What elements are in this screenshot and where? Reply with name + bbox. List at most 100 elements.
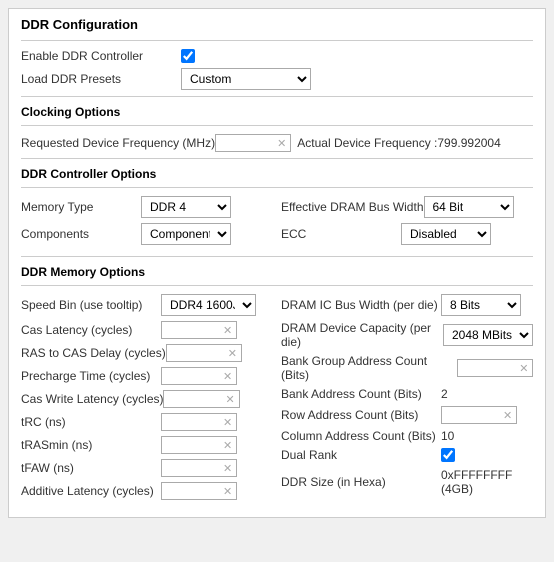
dual-rank-checkbox-wrap	[441, 448, 455, 462]
bank-address-value: 2	[441, 387, 448, 401]
tRASmin-clear-icon[interactable]: ✕	[223, 439, 232, 452]
dram-device-capacity-row: DRAM Device Capacity (per die) 2048 MBit…	[281, 321, 533, 349]
ddr-size-label: DDR Size (in Hexa)	[281, 475, 441, 489]
memory-type-label: Memory Type	[21, 200, 141, 214]
requested-freq-input-wrap: 800 ✕	[215, 134, 291, 152]
row-address-input[interactable]: 14	[446, 408, 501, 422]
tRC-input[interactable]: 47.5	[166, 415, 221, 429]
cas-latency-clear-icon[interactable]: ✕	[223, 324, 232, 337]
load-presets-label: Load DDR Presets	[21, 72, 181, 86]
enable-ddr-label: Enable DDR Controller	[21, 49, 181, 63]
ras-to-cas-input[interactable]: 10	[171, 346, 226, 360]
dram-device-capacity-select[interactable]: 2048 MBits	[443, 324, 533, 346]
precharge-time-label: Precharge Time (cycles)	[21, 369, 161, 383]
cas-latency-input[interactable]: 10	[166, 323, 221, 337]
bank-group-address-input-wrap: 2 ✕	[457, 359, 533, 377]
frequency-row: Requested Device Frequency (MHz) 800 ✕ A…	[21, 134, 533, 152]
tFAW-input-wrap: 35 ✕	[161, 459, 237, 477]
cas-write-latency-row: Cas Write Latency (cycles) 9 ✕	[21, 390, 273, 408]
dram-device-capacity-label: DRAM Device Capacity (per die)	[281, 321, 443, 349]
requested-freq-input[interactable]: 800	[220, 136, 275, 150]
precharge-time-clear-icon[interactable]: ✕	[223, 370, 232, 383]
divider-top	[21, 40, 533, 41]
precharge-time-input[interactable]: 10	[166, 369, 221, 383]
enable-ddr-row: Enable DDR Controller	[21, 49, 533, 63]
column-address-label: Column Address Count (Bits)	[281, 429, 441, 443]
row-address-label: Row Address Count (Bits)	[281, 408, 441, 422]
tFAW-clear-icon[interactable]: ✕	[223, 462, 232, 475]
row-address-clear-icon[interactable]: ✕	[503, 409, 512, 422]
tFAW-input[interactable]: 35	[166, 461, 221, 475]
bank-group-address-clear-icon[interactable]: ✕	[519, 362, 528, 375]
divider-controller2	[21, 187, 533, 188]
divider-memory	[21, 256, 533, 257]
dual-rank-checkbox[interactable]	[441, 448, 455, 462]
cas-write-latency-input[interactable]: 9	[168, 392, 223, 406]
memory-type-select[interactable]: DDR 4	[141, 196, 231, 218]
ras-to-cas-input-wrap: 10 ✕	[166, 344, 242, 362]
components-select[interactable]: Components	[141, 223, 231, 245]
ddr-size-row: DDR Size (in Hexa) 0xFFFFFFFF (4GB)	[281, 468, 533, 496]
components-label: Components	[21, 227, 141, 241]
dram-ic-bus-row: DRAM IC Bus Width (per die) 8 Bits	[281, 294, 533, 316]
enable-ddr-checkbox-wrap	[181, 49, 195, 63]
ddr-size-value: 0xFFFFFFFF (4GB)	[441, 468, 533, 496]
tRASmin-input[interactable]: 35	[166, 438, 221, 452]
column-address-value: 10	[441, 429, 454, 443]
column-address-row: Column Address Count (Bits) 10	[281, 429, 533, 443]
memory-type-row: Memory Type DDR 4	[21, 196, 273, 218]
additive-latency-clear-icon[interactable]: ✕	[223, 485, 232, 498]
tRC-row: tRC (ns) 47.5 ✕	[21, 413, 273, 431]
controller-right-col: Effective DRAM Bus Width 64 Bit ECC Disa…	[281, 196, 533, 250]
bank-group-address-label: Bank Group Address Count (Bits)	[281, 354, 457, 382]
cas-write-latency-clear-icon[interactable]: ✕	[225, 393, 234, 406]
ecc-select[interactable]: Disabled	[401, 223, 491, 245]
tRC-input-wrap: 47.5 ✕	[161, 413, 237, 431]
effective-dram-select[interactable]: 64 Bit	[424, 196, 514, 218]
enable-ddr-checkbox[interactable]	[181, 49, 195, 63]
components-row: Components Components	[21, 223, 273, 245]
tRC-label: tRC (ns)	[21, 415, 161, 429]
ras-to-cas-clear-icon[interactable]: ✕	[228, 347, 237, 360]
tRASmin-label: tRASmin (ns)	[21, 438, 161, 452]
ddr-configuration-panel: DDR Configuration Enable DDR Controller …	[8, 8, 546, 518]
speed-bin-label: Speed Bin (use tooltip)	[21, 298, 161, 312]
requested-freq-clear-icon[interactable]: ✕	[277, 137, 286, 150]
divider-clocking2	[21, 125, 533, 126]
actual-freq-label: Actual Device Frequency :799.992004	[297, 136, 500, 150]
divider-memory2	[21, 285, 533, 286]
cas-latency-input-wrap: 10 ✕	[161, 321, 237, 339]
tRASmin-row: tRASmin (ns) 35 ✕	[21, 436, 273, 454]
bank-group-address-input[interactable]: 2	[462, 361, 517, 375]
tFAW-label: tFAW (ns)	[21, 461, 161, 475]
additive-latency-row: Additive Latency (cycles) 0 ✕	[21, 482, 273, 500]
requested-freq-label: Requested Device Frequency (MHz)	[21, 136, 215, 150]
ecc-row: ECC Disabled	[281, 223, 533, 245]
panel-title: DDR Configuration	[21, 17, 533, 32]
tRC-clear-icon[interactable]: ✕	[223, 416, 232, 429]
load-presets-row: Load DDR Presets Custom	[21, 68, 533, 90]
effective-dram-row: Effective DRAM Bus Width 64 Bit	[281, 196, 533, 218]
cas-write-latency-label: Cas Write Latency (cycles)	[21, 392, 163, 406]
memory-section-label: DDR Memory Options	[21, 265, 533, 279]
row-address-input-wrap: 14 ✕	[441, 406, 517, 424]
dram-ic-bus-label: DRAM IC Bus Width (per die)	[281, 298, 441, 312]
dual-rank-label: Dual Rank	[281, 448, 441, 462]
cas-latency-label: Cas Latency (cycles)	[21, 323, 161, 337]
cas-write-latency-input-wrap: 9 ✕	[163, 390, 239, 408]
effective-dram-label: Effective DRAM Bus Width	[281, 200, 424, 214]
additive-latency-label: Additive Latency (cycles)	[21, 484, 161, 498]
memory-left-col: Speed Bin (use tooltip) DDR4 1600J Cas L…	[21, 294, 273, 505]
dram-ic-bus-select[interactable]: 8 Bits	[441, 294, 521, 316]
clocking-section-label: Clocking Options	[21, 105, 533, 119]
ras-to-cas-row: RAS to CAS Delay (cycles) 10 ✕	[21, 344, 273, 362]
ecc-label: ECC	[281, 227, 401, 241]
ras-to-cas-label: RAS to CAS Delay (cycles)	[21, 346, 166, 360]
additive-latency-input[interactable]: 0	[166, 484, 221, 498]
bank-address-row: Bank Address Count (Bits) 2	[281, 387, 533, 401]
load-presets-select[interactable]: Custom	[181, 68, 311, 90]
controller-left-col: Memory Type DDR 4 Components Components	[21, 196, 273, 250]
bank-group-address-row: Bank Group Address Count (Bits) 2 ✕	[281, 354, 533, 382]
speed-bin-select[interactable]: DDR4 1600J	[161, 294, 256, 316]
tFAW-row: tFAW (ns) 35 ✕	[21, 459, 273, 477]
